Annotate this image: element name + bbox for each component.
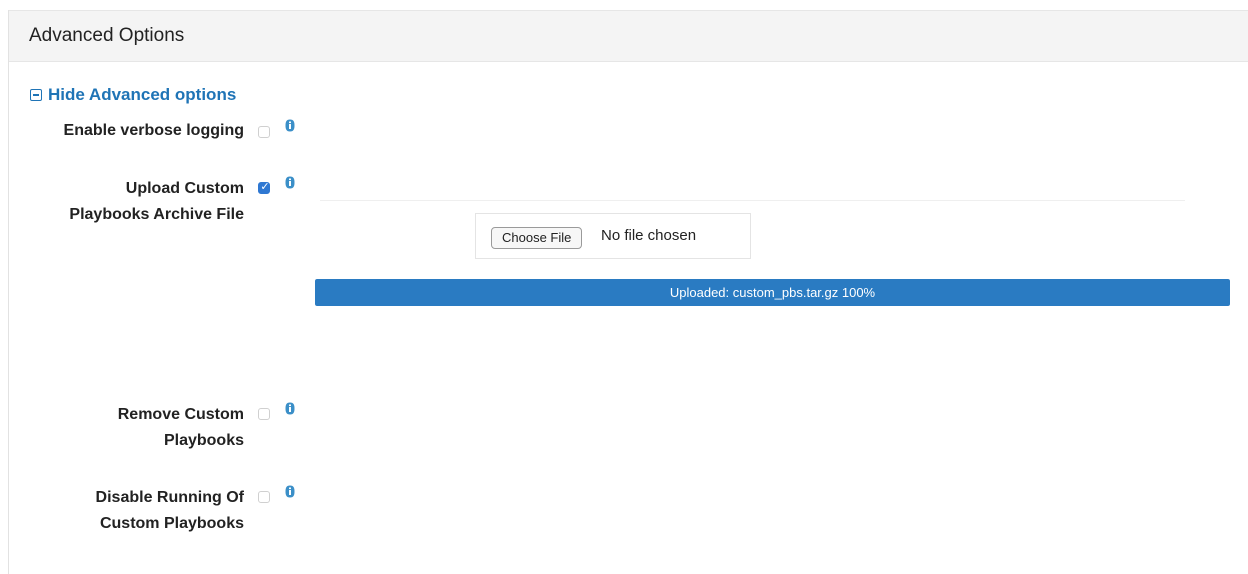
field-label-upload-playbooks: Upload Custom Playbooks Archive File (14, 176, 244, 228)
disable-running-checkbox[interactable] (258, 491, 270, 503)
remove-playbooks-checkbox[interactable] (258, 408, 270, 420)
field-label-verbose-logging: Enable verbose logging (14, 118, 244, 144)
field-label-line: Remove Custom (117, 406, 244, 423)
collapse-icon (30, 89, 42, 101)
field-label-line: Playbooks Archive File (69, 206, 244, 223)
info-icon[interactable] (285, 119, 295, 132)
field-label-remove-playbooks: Remove Custom Playbooks (14, 402, 244, 454)
upload-progress-text: Uploaded: custom_pbs.tar.gz 100% (669, 285, 876, 300)
field-label-line: Enable verbose logging (63, 122, 244, 139)
panel-header: Advanced Options (9, 10, 1248, 62)
panel-left-border (8, 10, 9, 574)
field-label-line: Upload Custom (125, 180, 244, 197)
field-label-disable-running: Disable Running Of Custom Playbooks (14, 485, 244, 537)
file-input-box: Choose File No file chosen (475, 213, 751, 259)
field-label-line: Custom Playbooks (99, 515, 244, 532)
panel-title: Advanced Options (29, 25, 185, 46)
info-icon[interactable] (285, 176, 295, 189)
file-status-text: No file chosen (601, 227, 697, 244)
info-icon[interactable] (285, 402, 295, 415)
field-label-line: Disable Running Of (95, 489, 244, 506)
advanced-options-page: Advanced Options Hide Advanced options E… (0, 0, 1248, 574)
upload-playbooks-checkbox[interactable]: ✓ (258, 180, 270, 194)
upload-progress-bar: Uploaded: custom_pbs.tar.gz 100% (315, 279, 1230, 306)
field-label-line: Playbooks (163, 432, 244, 449)
info-icon[interactable] (285, 485, 295, 498)
choose-file-button[interactable]: Choose File (491, 227, 583, 249)
section-divider (320, 200, 1185, 201)
checkmark-icon: ✓ (260, 180, 270, 193)
hide-advanced-options-link[interactable]: Hide Advanced options (30, 85, 236, 105)
hide-advanced-options-label: Hide Advanced options (48, 85, 237, 104)
verbose-logging-checkbox[interactable] (258, 126, 270, 138)
